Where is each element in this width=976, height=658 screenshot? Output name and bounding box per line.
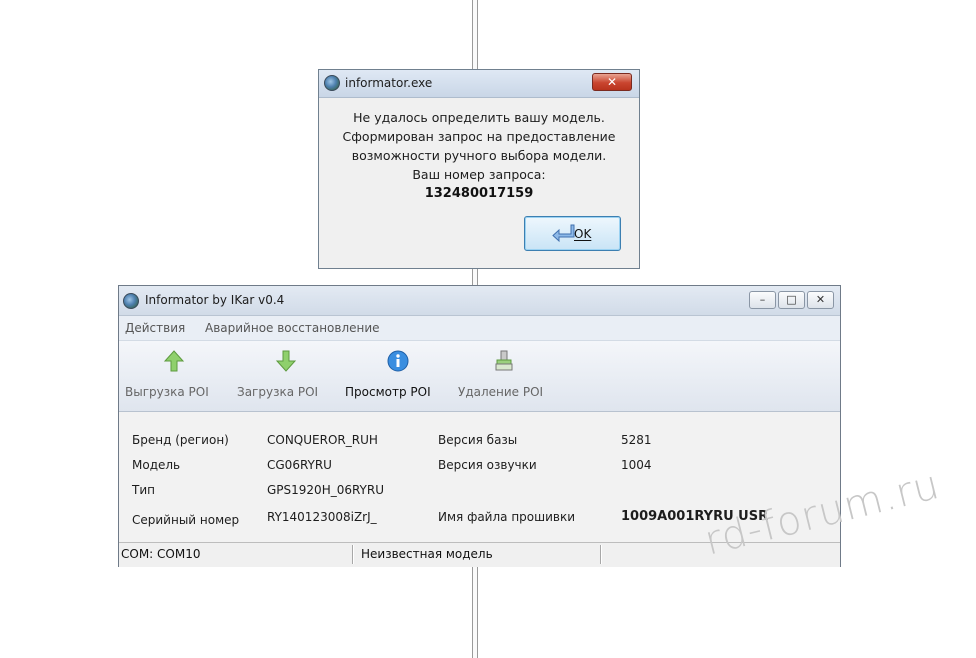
close-icon: ✕ xyxy=(815,293,826,306)
menu-actions[interactable]: Действия xyxy=(125,321,185,335)
menu-bar: Действия Аварийное восстановление xyxy=(119,316,840,341)
serial-label: Серийный номер xyxy=(132,513,240,527)
firmware-label: Имя файла прошивки xyxy=(438,510,576,524)
type-label: Тип xyxy=(132,483,155,497)
minimize-button[interactable]: – xyxy=(749,291,776,309)
arrow-up-icon xyxy=(163,349,185,373)
ok-button[interactable]: OK xyxy=(524,216,621,251)
dialog-message-line: Не удалось определить вашу модель. xyxy=(353,110,605,125)
dialog-message-line: возможности ручного выбора модели. xyxy=(351,148,607,163)
toolbar-download-poi-label: Загрузка POI xyxy=(237,385,319,399)
menu-recovery[interactable]: Аварийное восстановление xyxy=(205,321,380,335)
voice-version-value: 1004 xyxy=(621,458,652,472)
dialog-message-line: Ваш номер запроса: xyxy=(412,167,546,182)
toolbar-upload-poi-label: Выгрузка POI xyxy=(125,385,209,399)
dialog-message-line: Сформирован запрос на предоставление xyxy=(342,129,616,144)
main-title-bar[interactable]: Informator by IKar v0.4 – □ ✕ xyxy=(119,286,840,316)
main-window-title: Informator by IKar v0.4 xyxy=(145,293,285,307)
message-dialog: informator.exe ✕ Не удалось определить в… xyxy=(318,69,640,269)
toolbar: Выгрузка POI Загрузка POI Просмотр POI У… xyxy=(119,341,840,412)
status-port: COM: COM10 xyxy=(121,547,201,561)
toolbar-view-poi-label: Просмотр POI xyxy=(345,385,431,399)
db-version-value: 5281 xyxy=(621,433,652,447)
minimize-icon: – xyxy=(759,293,766,306)
dialog-message: Не удалось определить вашу модель. Сформ… xyxy=(319,108,639,204)
voice-version-label: Версия озвучки xyxy=(438,458,537,472)
eraser-icon xyxy=(493,349,515,373)
maximize-button[interactable]: □ xyxy=(778,291,805,309)
toolbar-upload-poi-button[interactable]: Выгрузка POI xyxy=(119,341,231,411)
app-globe-icon xyxy=(324,75,340,91)
dialog-title: informator.exe xyxy=(345,76,433,90)
toolbar-delete-poi-button[interactable]: Удаление POI xyxy=(453,341,559,411)
ok-button-label: OK xyxy=(574,227,592,241)
dialog-close-button[interactable]: ✕ xyxy=(592,73,632,91)
dialog-title-bar[interactable]: informator.exe ✕ xyxy=(319,70,639,98)
status-model: Неизвестная модель xyxy=(361,547,493,561)
request-number: 132480017159 xyxy=(424,186,534,201)
close-button[interactable]: ✕ xyxy=(807,291,834,309)
status-separator xyxy=(600,545,602,564)
model-label: Модель xyxy=(132,458,181,472)
info-icon xyxy=(387,349,409,373)
arrow-down-icon xyxy=(275,349,297,373)
close-icon: ✕ xyxy=(606,75,618,89)
status-separator xyxy=(352,545,354,564)
toolbar-delete-poi-label: Удаление POI xyxy=(458,385,544,399)
toolbar-view-poi-button[interactable]: Просмотр POI xyxy=(339,341,453,411)
serial-value: RY140123008iZrJ_ xyxy=(267,510,377,524)
brand-value: CONQUEROR_RUH xyxy=(267,433,378,447)
toolbar-download-poi-button[interactable]: Загрузка POI xyxy=(231,341,339,411)
maximize-icon: □ xyxy=(786,293,797,306)
db-version-label: Версия базы xyxy=(438,433,518,447)
app-globe-icon xyxy=(123,293,139,309)
model-value: CG06RYRU xyxy=(267,458,332,472)
type-value: GPS1920H_06RYRU xyxy=(267,483,385,497)
brand-label: Бренд (регион) xyxy=(132,433,229,447)
enter-arrow-icon xyxy=(551,222,575,250)
